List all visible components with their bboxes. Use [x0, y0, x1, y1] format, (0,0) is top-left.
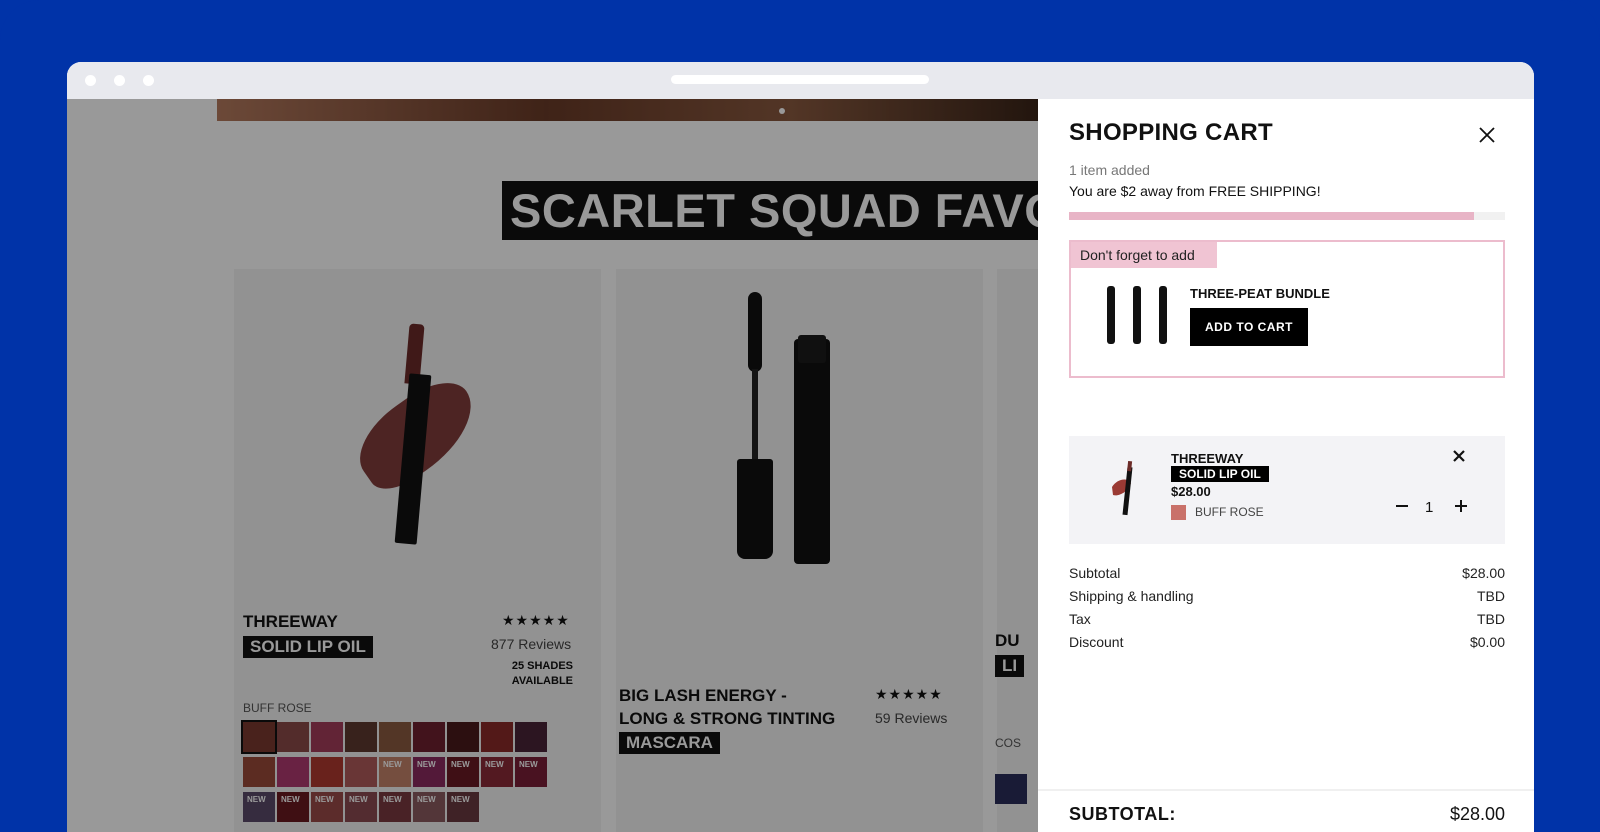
totals-value: TBD: [1477, 611, 1505, 627]
totals-value: TBD: [1477, 588, 1505, 604]
line-item-shade-swatch: [1171, 505, 1186, 520]
bundle-pen: [1133, 286, 1141, 344]
address-bar[interactable]: [671, 75, 929, 84]
line-item-tag: SOLID LIP OIL: [1171, 466, 1269, 482]
quantity-value[interactable]: 1: [1425, 499, 1433, 516]
line-item-price: $28.00: [1171, 484, 1211, 499]
bundle-image: [1105, 286, 1175, 348]
totals-label: Tax: [1069, 611, 1091, 627]
window-dot-maximize: [143, 75, 154, 86]
totals-row-shipping: Shipping & handling TBD: [1069, 588, 1505, 611]
footer-subtotal-value: $28.00: [1449, 804, 1505, 824]
upsell-tag: Don't forget to add: [1071, 242, 1217, 268]
free-shipping-progress: [1069, 212, 1505, 220]
background-frame: SCARLET SQUAD FAVO THREEWAY SOLID LIP OI…: [0, 0, 1600, 832]
quantity-increase-button[interactable]: [1453, 498, 1469, 514]
browser-window: SCARLET SQUAD FAVO THREEWAY SOLID LIP OI…: [67, 62, 1534, 832]
cart-line-item: THREEWAY SOLID LIP OIL $28.00 BUFF ROSE …: [1069, 436, 1505, 544]
items-added-text: 1 item added: [1069, 162, 1150, 178]
add-to-cart-button[interactable]: ADD TO CART: [1190, 308, 1308, 346]
totals-label: Shipping & handling: [1069, 588, 1194, 604]
window-dot-minimize: [114, 75, 125, 86]
line-item-name: THREEWAY: [1171, 451, 1244, 466]
quantity-decrease-button[interactable]: [1394, 498, 1410, 514]
footer-divider: [1038, 789, 1534, 791]
totals-row-discount: Discount $0.00: [1069, 634, 1505, 657]
line-item-shade: BUFF ROSE: [1195, 505, 1264, 519]
bundle-pen: [1107, 286, 1115, 344]
browser-chrome: [67, 62, 1534, 99]
modal-overlay[interactable]: [67, 99, 1038, 832]
totals-value: $28.00: [1462, 565, 1505, 581]
footer-subtotal-label: SUBTOTAL:: [1069, 804, 1176, 824]
totals-row-subtotal: Subtotal $28.00: [1069, 565, 1505, 588]
totals-label: Discount: [1069, 634, 1124, 650]
bundle-pen: [1159, 286, 1167, 344]
upsell-box: Don't forget to add THREE-PEAT BUNDLE AD…: [1069, 240, 1505, 378]
totals-label: Subtotal: [1069, 565, 1121, 581]
line-item-image: [1109, 460, 1139, 519]
totals-row-tax: Tax TBD: [1069, 611, 1505, 634]
shopping-cart-drawer: SHOPPING CART 1 item added You are $2 aw…: [1038, 99, 1534, 832]
remove-item-icon[interactable]: [1449, 446, 1469, 466]
cart-title: SHOPPING CART: [1069, 119, 1273, 146]
free-shipping-message: You are $2 away from FREE SHIPPING!: [1069, 183, 1321, 199]
free-shipping-progress-fill: [1069, 212, 1475, 220]
totals-value: $0.00: [1469, 634, 1505, 650]
bundle-name: THREE-PEAT BUNDLE: [1190, 286, 1330, 301]
order-totals: Subtotal $28.00 Shipping & handling TBD …: [1069, 565, 1505, 657]
close-icon[interactable]: [1475, 123, 1499, 147]
window-dot-close: [85, 75, 96, 86]
